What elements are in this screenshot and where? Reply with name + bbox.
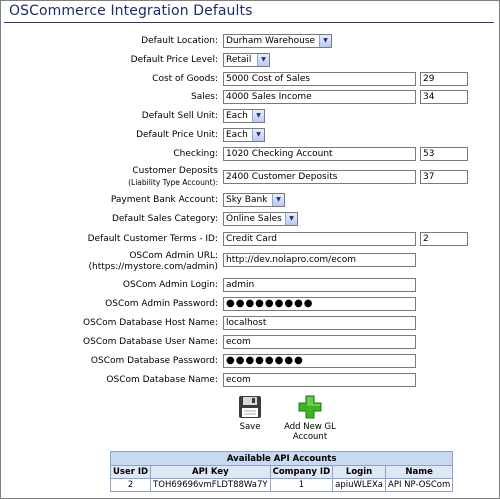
admin-password-input[interactable]: ●●●●●●●●● — [223, 297, 416, 311]
page-title: OSCommerce Integration Defaults — [9, 3, 253, 19]
plus-icon — [298, 395, 322, 419]
sales-input[interactable]: 4000 Sales Income — [223, 90, 416, 104]
api-key-cell: TOH69696vmFLDT88Wa7Y — [150, 478, 271, 492]
user-id-cell: 2 — [109, 478, 152, 492]
add-gl-account-label-line1: Add New GL — [284, 422, 336, 432]
chevron-down-icon: ▼ — [252, 129, 264, 141]
db-password-input[interactable]: ●●●●●●●● — [223, 354, 416, 368]
login-cell: apiuWLEXa — [332, 478, 387, 492]
admin-url-label: OSCom Admin URL: (https://mystore.com/ad… — [89, 251, 218, 273]
checking-code-input[interactable]: 53 — [420, 147, 468, 161]
default-sell-unit-value: Each — [226, 111, 248, 121]
name-cell: API NP-OSCom — [385, 478, 454, 492]
customer-deposits-input[interactable]: 2400 Customer Deposits — [223, 170, 416, 184]
cost-of-goods-label: Cost of Goods: — [152, 74, 218, 84]
default-customer-terms-input[interactable]: Credit Card — [223, 232, 416, 246]
api-accounts-caption: Available API Accounts — [109, 451, 454, 466]
default-sell-unit-select[interactable]: Each ▼ — [223, 109, 265, 123]
add-gl-account-label[interactable]: Add New GL Account — [275, 422, 345, 442]
db-name-input[interactable]: ecom — [223, 373, 416, 387]
admin-login-input[interactable]: admin — [223, 278, 416, 292]
customer-deposits-label: Customer Deposits (Liability Type Accoun… — [128, 166, 218, 189]
default-price-level-select[interactable]: Retail ▼ — [223, 53, 270, 67]
db-host-label: OSCom Database Host Name: — [83, 318, 218, 328]
db-user-input[interactable]: ecom — [223, 335, 416, 349]
default-sell-unit-label: Default Sell Unit: — [141, 111, 218, 121]
default-sales-category-select[interactable]: Online Sales ▼ — [223, 212, 298, 226]
payment-bank-account-select[interactable]: Sky Bank ▼ — [223, 193, 285, 207]
company-id-cell: 1 — [269, 478, 334, 492]
table-header-row: User ID API Key Company ID Login Name — [109, 465, 454, 479]
column-header: Login — [332, 465, 387, 479]
title-divider — [4, 22, 494, 23]
save-button[interactable] — [238, 395, 262, 419]
db-password-label: OSCom Database Password: — [90, 356, 218, 366]
default-location-label: Default Location: — [141, 36, 218, 46]
floppy-disk-icon — [239, 396, 261, 418]
db-user-label: OSCom Database User Name: — [83, 337, 218, 347]
sales-code-input[interactable]: 34 — [420, 90, 468, 104]
admin-url-label-text: OSCom Admin URL: — [129, 251, 218, 261]
add-gl-account-button[interactable] — [298, 395, 322, 419]
default-price-unit-select[interactable]: Each ▼ — [223, 128, 265, 142]
db-name-label: OSCom Database Name: — [106, 375, 218, 385]
checking-label: Checking: — [173, 149, 218, 159]
default-sales-category-label: Default Sales Category: — [111, 214, 218, 224]
default-price-unit-value: Each — [226, 130, 248, 140]
customer-deposits-sublabel: (Liability Type Account): — [128, 178, 218, 187]
customer-deposits-code-input[interactable]: 37 — [420, 170, 468, 184]
save-button-label[interactable]: Save — [230, 422, 270, 432]
chevron-down-icon: ▼ — [257, 54, 269, 66]
default-customer-terms-label: Default Customer Terms - ID: — [87, 234, 218, 244]
cost-of-goods-input[interactable]: 5000 Cost of Sales — [223, 72, 416, 86]
checking-input[interactable]: 1020 Checking Account — [223, 147, 416, 161]
admin-password-label: OSCom Admin Password: — [105, 299, 218, 309]
default-price-level-value: Retail — [226, 55, 252, 65]
chevron-down-icon: ▼ — [285, 213, 297, 225]
sales-label: Sales: — [191, 92, 218, 102]
admin-url-sublabel: (https://mystore.com/admin) — [88, 262, 218, 272]
default-price-level-label: Default Price Level: — [130, 55, 218, 65]
chevron-down-icon: ▼ — [319, 35, 331, 47]
db-host-input[interactable]: localhost — [223, 316, 416, 330]
default-location-select[interactable]: Durham Warehouse ▼ — [223, 34, 332, 48]
payment-bank-account-label: Payment Bank Account: — [110, 195, 218, 205]
column-header: Company ID — [269, 465, 334, 479]
default-customer-terms-code-input[interactable]: 2 — [420, 232, 468, 246]
payment-bank-account-value: Sky Bank — [226, 195, 268, 205]
chevron-down-icon: ▼ — [252, 110, 264, 122]
chevron-down-icon: ▼ — [272, 194, 284, 206]
column-header: API Key — [150, 465, 271, 479]
default-price-unit-label: Default Price Unit: — [136, 130, 218, 140]
customer-deposits-label-text: Customer Deposits — [132, 166, 218, 176]
column-header: Name — [385, 465, 454, 479]
add-gl-account-label-line2: Account — [292, 432, 328, 442]
column-header: User ID — [109, 465, 152, 479]
table-row[interactable]: 2 TOH69696vmFLDT88Wa7Y 1 apiuWLEXa API N… — [109, 478, 454, 492]
default-location-value: Durham Warehouse — [226, 36, 316, 46]
default-sales-category-value: Online Sales — [226, 214, 282, 224]
cost-of-goods-code-input[interactable]: 29 — [420, 72, 468, 86]
admin-login-label: OSCom Admin Login: — [122, 280, 218, 290]
api-accounts-table: Available API Accounts User ID API Key C… — [109, 451, 454, 492]
admin-url-input[interactable]: http://dev.nolapro.com/ecom — [223, 253, 416, 267]
